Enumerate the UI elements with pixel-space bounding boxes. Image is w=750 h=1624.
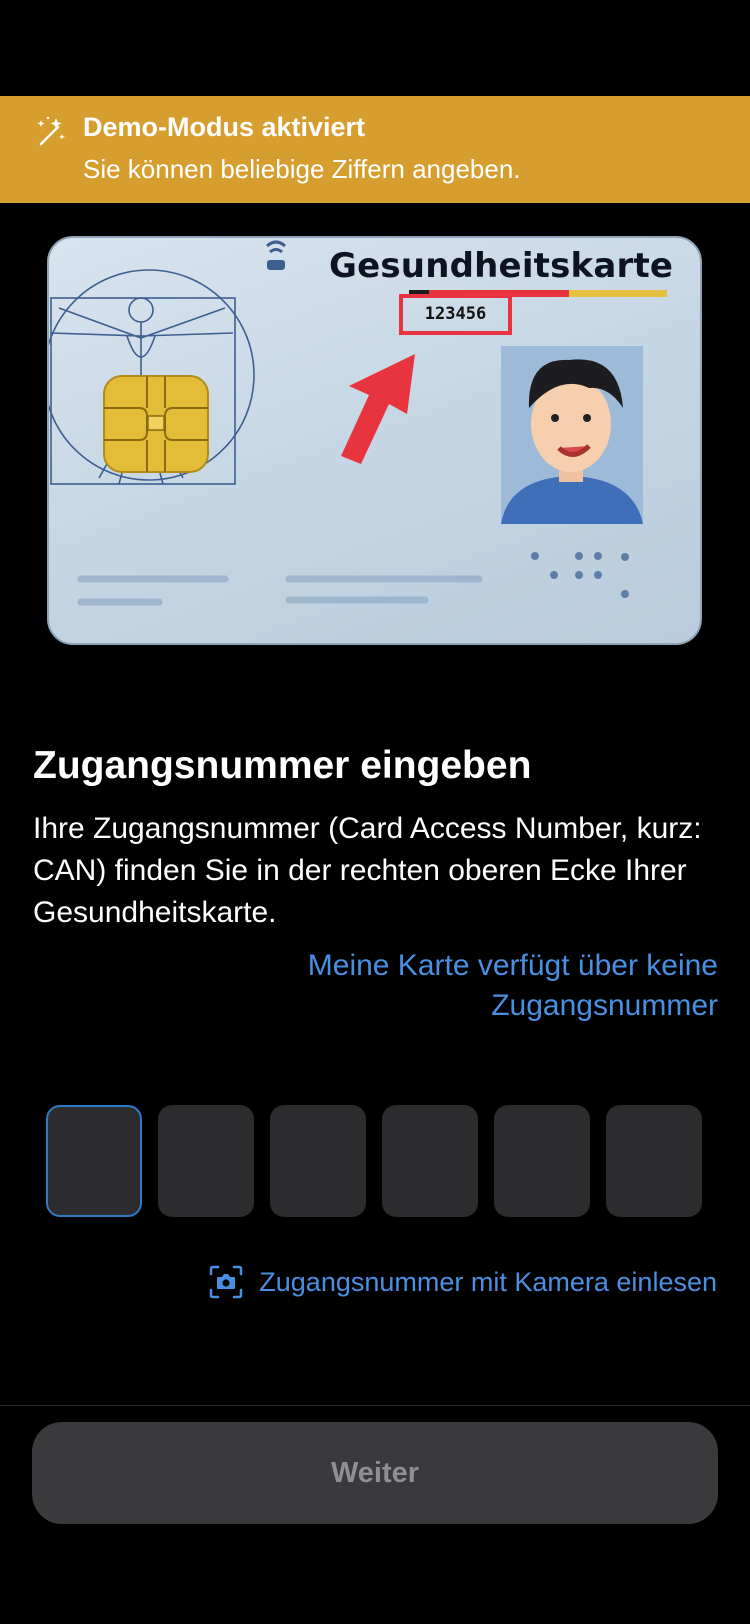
continue-button[interactable]: Weiter [32,1422,718,1524]
health-card-illustration: Gesundheitskarte 123456 [47,236,702,645]
demo-mode-banner: Demo-Modus aktiviert Sie können beliebig… [0,96,750,203]
can-digit-field-5[interactable] [494,1105,590,1217]
page-description: Ihre Zugangsnummer (Card Access Number, … [33,812,702,929]
magic-wand-icon [37,116,65,146]
can-digit-field-1[interactable] [46,1105,142,1217]
page-title: Zugangsnummer eingeben [33,744,532,787]
banner-title: Demo-Modus aktiviert [83,112,366,142]
card-title: Gesundheitskarte [329,246,674,286]
banner-subtitle: Sie können beliebige Ziffern angeben. [83,154,521,184]
portrait-photo [501,346,643,524]
chip-drawing [103,375,209,473]
no-can-link[interactable]: Meine Karte verfügt über keine Zugangsnu… [198,946,718,1026]
red-arrow-icon [341,354,415,464]
card-access-number: 123456 [399,294,512,335]
can-digit-field-3[interactable] [270,1105,366,1217]
scan-with-camera-button[interactable]: Zugangsnummer mit Kamera einlesen [209,1264,717,1300]
camera-viewfinder-icon [210,1265,243,1299]
can-digit-field-6[interactable] [606,1105,702,1217]
contactless-icon [266,240,286,270]
card-dots [531,552,629,598]
scan-with-camera-label: Zugangsnummer mit Kamera einlesen [259,1266,717,1297]
can-digit-field-2[interactable] [158,1105,254,1217]
can-digit-field-4[interactable] [382,1105,478,1217]
card-placeholder-lines [77,575,483,606]
footer-divider [0,1405,750,1406]
card-artwork [49,240,667,606]
